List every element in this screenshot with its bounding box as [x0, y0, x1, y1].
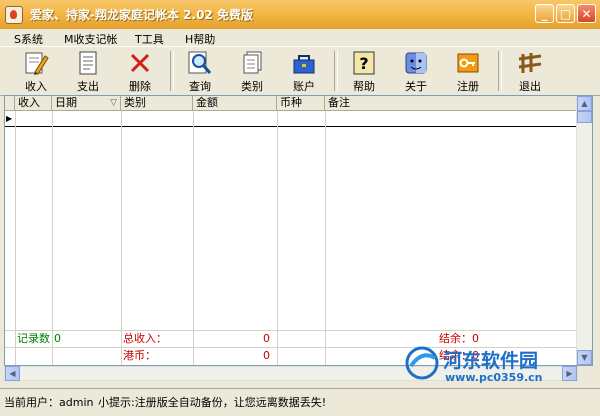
summary-divider — [5, 330, 579, 331]
category-label: 类别 — [241, 80, 263, 93]
column-header-date[interactable]: 日期 ▽ — [52, 96, 121, 111]
current-row-line — [5, 126, 579, 127]
menu-system[interactable]: S系统 — [14, 31, 43, 47]
column-divider — [193, 111, 194, 365]
column-divider — [121, 111, 122, 365]
exit-button[interactable]: 退出 — [504, 47, 556, 94]
register-button[interactable]: 注册 — [442, 47, 494, 94]
title-bar[interactable]: 爱家、持家-翔龙家庭记帐本 2.02 免费版 _ □ ✕ — [0, 0, 600, 30]
status-tip: 小提示:注册版全自动备份，让您远离数据丢失! — [98, 396, 327, 409]
help-icon: ? — [353, 51, 375, 75]
column-header-currency[interactable]: 币种 — [277, 96, 325, 111]
category-button[interactable]: 类别 — [226, 47, 278, 94]
key-icon — [457, 53, 479, 73]
scroll-up-button[interactable]: ▲ — [577, 96, 592, 111]
delete-button[interactable]: 删除 — [114, 47, 166, 94]
column-header-date-label: 日期 — [55, 96, 77, 109]
toolbox-icon — [293, 55, 315, 74]
vertical-scrollbar[interactable]: ▲ ▼ — [576, 96, 592, 365]
exit-label: 退出 — [519, 80, 541, 93]
account-button[interactable]: 账户 — [278, 47, 330, 94]
query-button[interactable]: 查询 — [174, 47, 226, 94]
column-header-income[interactable]: 收入 — [15, 96, 52, 111]
toolbar-separator — [498, 51, 502, 91]
about-label: 关于 — [405, 80, 427, 93]
help-label: 帮助 — [353, 80, 375, 93]
menu-bar: S系统 M收支记帐 T工具 H帮助 — [0, 29, 600, 46]
scroll-left-button[interactable]: ◀ — [5, 366, 20, 381]
finder-face-icon — [405, 52, 427, 74]
income-button[interactable]: 收入 — [10, 47, 62, 94]
column-header-notes[interactable]: 备注 — [325, 96, 579, 111]
query-label: 查询 — [189, 80, 211, 93]
watermark: 河东软件园 www.pc0359.cn — [405, 344, 595, 388]
watermark-name: 河东软件园 — [443, 350, 539, 372]
record-count-label: 记录数 — [17, 332, 50, 345]
column-divider — [52, 111, 53, 365]
scroll-thumb[interactable] — [577, 111, 592, 123]
column-divider — [277, 111, 278, 365]
help-button[interactable]: ? 帮助 — [338, 47, 390, 94]
account-label: 账户 — [293, 80, 315, 93]
row-header-corner — [5, 96, 15, 111]
expense-button[interactable]: 支出 — [62, 47, 114, 94]
column-divider — [325, 111, 326, 365]
income-label: 收入 — [25, 80, 47, 93]
magnifier-icon — [188, 51, 212, 74]
watermark-logo-icon — [405, 346, 439, 380]
toolbar: 收入 支出 删除 查询 类别 账户 ? 帮助 关于 注册 退出 — [0, 46, 600, 96]
close-button[interactable]: ✕ — [577, 4, 596, 23]
register-label: 注册 — [457, 80, 479, 93]
about-button[interactable]: 关于 — [390, 47, 442, 94]
window-title: 爱家、持家-翔龙家庭记帐本 2.02 免费版 — [30, 8, 253, 22]
column-divider — [15, 111, 16, 365]
menu-help[interactable]: H帮助 — [185, 31, 215, 47]
sort-icon: ▽ — [110, 98, 117, 108]
menu-ledger[interactable]: M收支记帐 — [64, 31, 118, 47]
current-user: 当前用户：admin — [4, 396, 94, 409]
total-income-value: 0 — [263, 332, 270, 345]
document-icon — [79, 51, 97, 75]
pencil-icon — [25, 52, 49, 75]
record-count-value: 0 — [54, 332, 61, 345]
column-header-category[interactable]: 类别 — [121, 96, 193, 111]
pages-icon — [243, 51, 262, 74]
column-header-amount[interactable]: 金额 — [193, 96, 277, 111]
menu-tools[interactable]: T工具 — [135, 31, 164, 47]
delete-label: 删除 — [129, 80, 151, 93]
minimize-button[interactable]: _ — [535, 4, 554, 23]
app-icon — [5, 6, 23, 24]
delete-x-icon — [130, 53, 150, 73]
svg-text:?: ? — [359, 54, 368, 73]
total-income-label: 总收入： — [123, 332, 167, 345]
current-row-marker: ▶ — [6, 114, 13, 123]
currency-label: 港币： — [123, 349, 156, 362]
records-grid[interactable]: 收入 日期 ▽ 类别 金额 币种 备注 ▶ 记录数 0 总收入： 0 结余：0 … — [4, 95, 593, 366]
watermark-url: www.pc0359.cn — [445, 371, 543, 384]
exit-icon — [518, 53, 542, 73]
status-bar: 当前用户：admin 小提示:注册版全自动备份，让您远离数据丢失! — [0, 388, 600, 416]
maximize-button[interactable]: □ — [556, 4, 575, 23]
expense-label: 支出 — [77, 80, 99, 93]
currency-value: 0 — [263, 349, 270, 362]
